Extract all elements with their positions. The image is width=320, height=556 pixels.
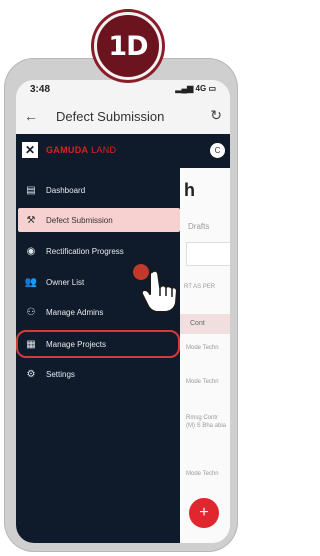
admin-icon: ⚇ (26, 306, 36, 318)
menu-item-manage-projects[interactable]: ▦ Manage Projects (16, 330, 180, 358)
menu-item-label: Dashboard (46, 185, 86, 195)
menu-item-dashboard[interactable]: ▤ Dashboard (18, 178, 180, 202)
status-time: 3:48 (30, 84, 51, 95)
navigation-drawer: ✕ GAMUDA LAND C ▤ Dashboard ⚒ Defect Sub… (16, 134, 230, 543)
background-input (186, 242, 230, 266)
menu-item-label: Rectification Progress (46, 246, 124, 256)
phone-screen: 3:48 ▂▄▆ 4G ▭ ← Defect Submission ↻ h Dr… (16, 80, 230, 543)
menu-item-label: Defect Submission (46, 215, 113, 225)
status-bar: 3:48 ▂▄▆ 4G ▭ (16, 80, 230, 100)
drawer-header: ✕ GAMUDA LAND C (16, 134, 230, 168)
app-header: ← Defect Submission ↻ (16, 100, 230, 135)
avatar[interactable]: C (210, 143, 225, 158)
table-cell: Mode Techn (186, 379, 219, 385)
drafts-label: Drafts (188, 222, 210, 231)
brand-logo: GAMUDA LAND (46, 145, 117, 155)
people-icon: 👥 (24, 276, 38, 288)
back-arrow-icon[interactable]: ← (24, 108, 38, 124)
close-icon[interactable]: ✕ (22, 142, 38, 158)
menu-item-defect-submission[interactable]: ⚒ Defect Submission (18, 208, 180, 232)
progress-icon: ◉ (26, 245, 36, 257)
menu-item-label: Manage Projects (46, 339, 107, 349)
menu-item-settings[interactable]: ⚙ Settings (18, 362, 180, 386)
dashboard-icon: ▤ (26, 184, 36, 196)
status-network: ▂▄▆ 4G ▭ (175, 84, 216, 93)
pointing-hand-icon (140, 269, 178, 313)
menu-item-label: Settings (46, 369, 75, 379)
building-icon: ▦ (26, 338, 36, 350)
menu-item-label: Owner List (46, 277, 85, 287)
hammer-icon: ⚒ (26, 214, 36, 226)
menu-item-label: Manage Admins (46, 307, 104, 317)
menu-item-rectification-progress[interactable]: ◉ Rectification Progress (18, 239, 180, 263)
step-badge-text: 1D (108, 30, 148, 62)
table-header-label: Cont (190, 320, 205, 327)
page-title: Defect Submission (56, 109, 165, 124)
background-heading: h (184, 180, 195, 200)
table-cell: Mode Techn (186, 345, 219, 351)
add-button[interactable]: + (189, 498, 219, 528)
table-cell: Rmsg Contr (M) S Bha abia (186, 415, 227, 429)
refresh-icon[interactable]: ↻ (210, 107, 222, 124)
step-badge: 1D (94, 12, 162, 80)
table-cell: Mode Techn (186, 471, 219, 477)
sort-label: RT AS PER (184, 284, 216, 290)
background-content: h Drafts RT AS PER Cont Mode Techn Mode … (180, 134, 230, 543)
gear-icon: ⚙ (26, 368, 36, 380)
table-header: Cont (180, 314, 230, 334)
